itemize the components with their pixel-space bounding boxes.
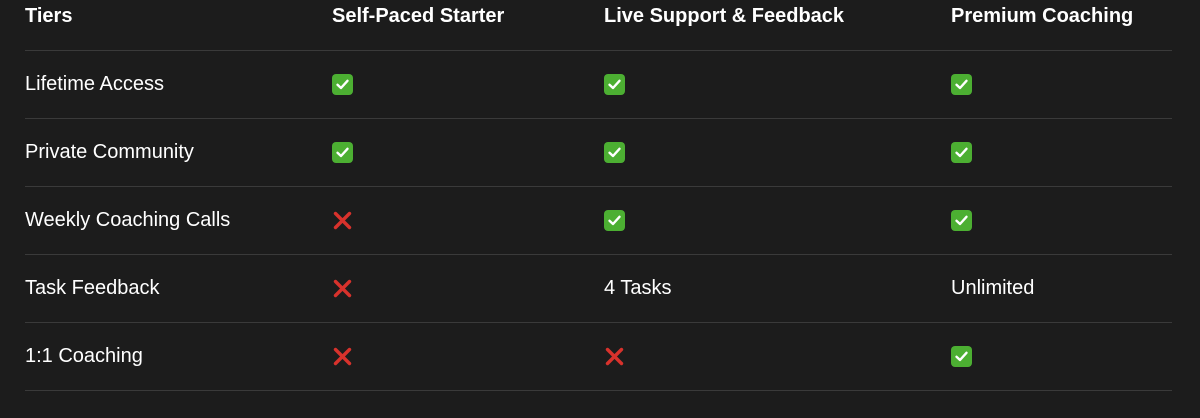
cell-premium-coaching bbox=[951, 51, 972, 118]
check-icon bbox=[951, 142, 972, 163]
cell-premium-coaching bbox=[951, 119, 972, 186]
check-icon bbox=[332, 74, 353, 95]
feature-label: Weekly Coaching Calls bbox=[25, 209, 231, 231]
cell-self-paced-starter bbox=[332, 323, 353, 390]
cell-live-support-feedback bbox=[604, 119, 625, 186]
cross-icon bbox=[332, 210, 353, 231]
table-row: 1:1 Coaching bbox=[25, 323, 1172, 391]
table-header-row: Tiers Self-Paced Starter Live Support & … bbox=[25, 0, 1172, 51]
header-self-paced-starter: Self-Paced Starter bbox=[332, 5, 505, 27]
table-row: Task Feedback 4 Tasks Unlimited bbox=[25, 255, 1172, 323]
cross-icon bbox=[332, 278, 353, 299]
table-row: Private Community bbox=[25, 119, 1172, 187]
check-icon bbox=[604, 74, 625, 95]
check-icon bbox=[951, 74, 972, 95]
cell-live-support-feedback bbox=[604, 187, 625, 254]
feature-label: Lifetime Access bbox=[25, 73, 164, 95]
feature-label: Private Community bbox=[25, 141, 194, 163]
check-icon bbox=[951, 346, 972, 367]
table-row: Lifetime Access bbox=[25, 51, 1172, 119]
cell-self-paced-starter bbox=[332, 51, 353, 118]
cell-live-support-feedback bbox=[604, 51, 625, 118]
header-tiers: Tiers bbox=[25, 5, 73, 27]
cell-premium-coaching: Unlimited bbox=[951, 277, 1035, 299]
cross-icon bbox=[332, 346, 353, 367]
cell-live-support-feedback bbox=[604, 323, 625, 390]
feature-label: 1:1 Coaching bbox=[25, 345, 143, 367]
header-live-support-feedback: Live Support & Feedback bbox=[604, 5, 845, 27]
cell-premium-coaching bbox=[951, 187, 972, 254]
cell-premium-coaching bbox=[951, 323, 972, 390]
cell-self-paced-starter bbox=[332, 119, 353, 186]
cell-self-paced-starter bbox=[332, 255, 353, 322]
comparison-table: Tiers Self-Paced Starter Live Support & … bbox=[25, 0, 1172, 391]
header-premium-coaching: Premium Coaching bbox=[951, 5, 1134, 27]
check-icon bbox=[604, 210, 625, 231]
table-body: Lifetime Access Private Community Weekly C… bbox=[25, 51, 1172, 391]
cell-live-support-feedback: 4 Tasks bbox=[604, 277, 672, 299]
check-icon bbox=[951, 210, 972, 231]
cell-self-paced-starter bbox=[332, 187, 353, 254]
check-icon bbox=[604, 142, 625, 163]
check-icon bbox=[332, 142, 353, 163]
table-row: Weekly Coaching Calls bbox=[25, 187, 1172, 255]
cross-icon bbox=[604, 346, 625, 367]
feature-label: Task Feedback bbox=[25, 277, 160, 299]
